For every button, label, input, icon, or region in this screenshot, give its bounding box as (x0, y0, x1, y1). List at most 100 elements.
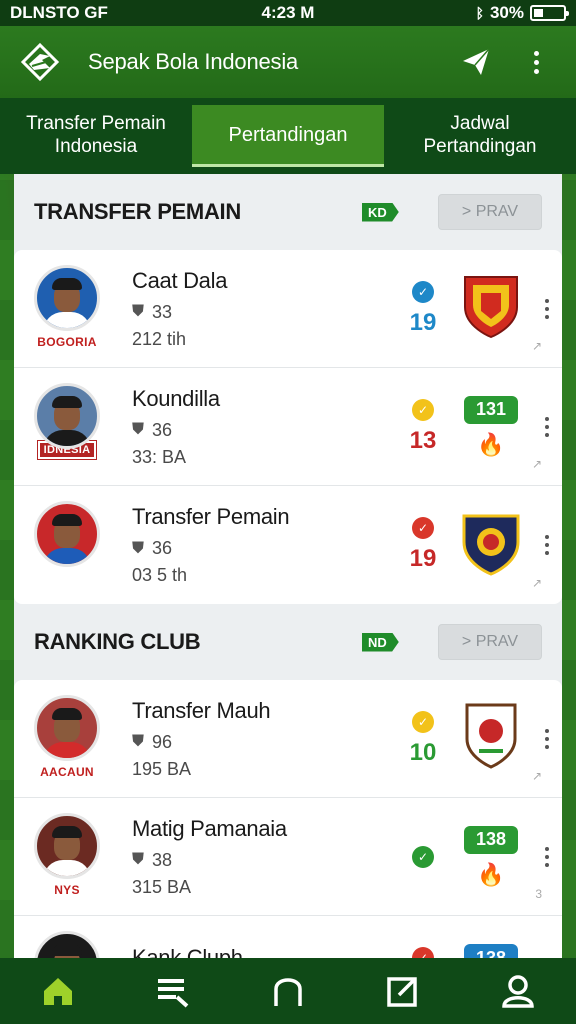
player-name: Matig Pamanaia (132, 815, 287, 841)
nav-home[interactable] (33, 966, 83, 1016)
list-item[interactable]: NYS Matig Pamanaia ⛊ 38 315 BA ✓ 138 🔥 3 (14, 798, 562, 916)
player-age: 33 (152, 301, 173, 322)
status-dot-icon: ✓ (412, 845, 434, 868)
list-item[interactable]: IDNESIA Koundilla ⛊ 36 33: BA ✓ 13 131 🔥 ↗ (14, 368, 562, 486)
list-item[interactable]: Transfer Pemain ⛊ 36 03 5 th ✓ 19 ↗ (14, 486, 562, 604)
player-name: Transfer Mauh (132, 697, 271, 723)
player-stat: ✓ 19 (400, 517, 446, 573)
overflow-menu-button[interactable] (516, 42, 556, 82)
ranking-list: AACAUN Transfer Mauh ⛊ 96 195 BA ✓ 10 ↗ NYS Matig… (14, 680, 562, 958)
stat-number: 10 (409, 738, 437, 766)
stadium-icon (274, 978, 302, 1006)
avatar[interactable] (34, 382, 100, 449)
score-badge: 138 (464, 944, 518, 958)
nav-stadium[interactable] (263, 966, 313, 1016)
section-tag: KD (362, 202, 399, 222)
stat-number: 19 (409, 308, 437, 336)
list-item[interactable]: BOGORIA Caat Dala ⛊ 33 212 tih ✓ 19 ↗ (14, 250, 562, 368)
carrier-text: DLNSTO GF (10, 3, 108, 22)
row-menu-button[interactable] (532, 416, 562, 437)
nav-list[interactable] (148, 966, 198, 1016)
stat-number: 19 (409, 545, 437, 572)
share-button[interactable] (456, 42, 496, 82)
section-header-ranking: RANKING CLUB ND > PRAV (14, 604, 562, 680)
player-detail: 212 tih (132, 328, 187, 349)
row-menu-button[interactable] (532, 535, 562, 555)
avatar[interactable] (34, 812, 100, 879)
more-vert-icon (545, 846, 549, 867)
player-avatar-wrap: NYS (32, 807, 102, 907)
status-dot-icon: ✓ (412, 517, 434, 539)
player-info: Transfer Pemain ⛊ 36 03 5 th (102, 504, 400, 586)
club-crest-icon (463, 701, 519, 776)
player-age: 36 (152, 419, 173, 440)
prev-button[interactable]: > PRAV (438, 194, 542, 230)
player-info: Transfer Mauh ⛊ 96 195 BA (102, 698, 400, 780)
club-crest[interactable]: 138 🔥 (456, 825, 526, 888)
nav-profile[interactable] (493, 966, 543, 1016)
edit-icon (387, 977, 417, 1007)
score-badge: 138 (464, 825, 518, 854)
expand-arrow-icon: ↗ (531, 339, 542, 353)
list-item[interactable]: Kank Cluph⛊38✓2 138🔥 (14, 916, 562, 958)
battery-percent: 30% (489, 3, 524, 22)
club-label: NYS (54, 882, 80, 897)
shield-icon: ⛊ (132, 303, 145, 320)
more-vert-icon (545, 416, 549, 437)
status-dot-icon: ✓ (412, 947, 434, 958)
player-avatar-wrap (32, 495, 102, 595)
player-meta: ⛊ 33 (132, 302, 400, 323)
flame-icon: 🔥 (477, 431, 505, 457)
club-crest[interactable] (456, 271, 526, 346)
player-detail: 33: BA (132, 446, 187, 467)
more-vert-icon (533, 50, 539, 74)
more-vert-icon (545, 535, 549, 555)
row-menu-button[interactable] (532, 846, 562, 867)
transfer-list: BOGORIA Caat Dala ⛊ 33 212 tih ✓ 19 ↗ IDNESIA Kou… (14, 250, 562, 604)
app-title: Sepak Bola Indonesia (88, 49, 299, 74)
player-info: Caat Dala ⛊ 33 212 tih (102, 268, 400, 350)
bluetooth-icon: ᛒ (475, 5, 484, 21)
row-menu-button[interactable] (532, 728, 562, 749)
club-label: BOGORIA (37, 334, 97, 349)
avatar[interactable] (34, 694, 100, 761)
expand-arrow-icon: 3 (535, 887, 542, 901)
club-crest[interactable] (456, 701, 526, 776)
prev-button[interactable]: > PRAV (438, 624, 542, 660)
shield-icon: ⛊ (132, 421, 145, 438)
status-bar: DLNSTO GF 4:23 M ᛒ 30% (0, 0, 576, 26)
nav-edit[interactable] (378, 966, 428, 1016)
player-meta: ⛊ 38 (132, 850, 400, 871)
expand-arrow-icon: ↗ (531, 769, 542, 783)
home-icon (43, 978, 72, 1005)
flame-icon: 🔥 (477, 861, 505, 887)
player-stat: ✓ 10 (400, 710, 446, 767)
player-info: Koundilla ⛊ 36 33: BA (102, 386, 400, 468)
tab-jadwal[interactable]: Jadwal Pertandingan (384, 98, 576, 174)
club-crest[interactable]: 131 🔥 (456, 395, 526, 458)
player-stat: ✓ 13 (400, 398, 446, 455)
app-logo-icon[interactable] (20, 42, 60, 82)
club-crest[interactable] (456, 508, 526, 583)
status-dot-icon: ✓ (412, 710, 434, 733)
tab-pertandingan[interactable]: Pertandingan (192, 105, 384, 167)
bottom-nav (0, 958, 576, 1024)
player-meta: ⛊ 36 (132, 420, 400, 441)
shield-icon: ⛊ (132, 733, 145, 750)
stat-number: 13 (409, 426, 437, 454)
list-item[interactable]: AACAUN Transfer Mauh ⛊ 96 195 BA ✓ 10 ↗ (14, 680, 562, 798)
shield-icon: ⛊ (132, 539, 145, 557)
player-stat: ✓ (400, 845, 446, 868)
player-age: 38 (152, 849, 173, 870)
player-name: Transfer Pemain (132, 504, 290, 529)
status-dot-icon: ✓ (412, 398, 434, 421)
avatar[interactable] (34, 264, 100, 331)
avatar[interactable] (34, 931, 100, 958)
club-crest-icon (461, 271, 521, 346)
club-crest[interactable]: 138🔥 (456, 944, 526, 958)
avatar[interactable] (34, 501, 100, 567)
row-menu-button[interactable] (532, 298, 562, 319)
battery-icon (530, 5, 569, 21)
content-panel: TRANSFER PEMAIN KD > PRAV BOGORIA Caat Da… (14, 174, 562, 958)
tab-transfer[interactable]: Transfer Pemain Indonesia (0, 98, 192, 174)
